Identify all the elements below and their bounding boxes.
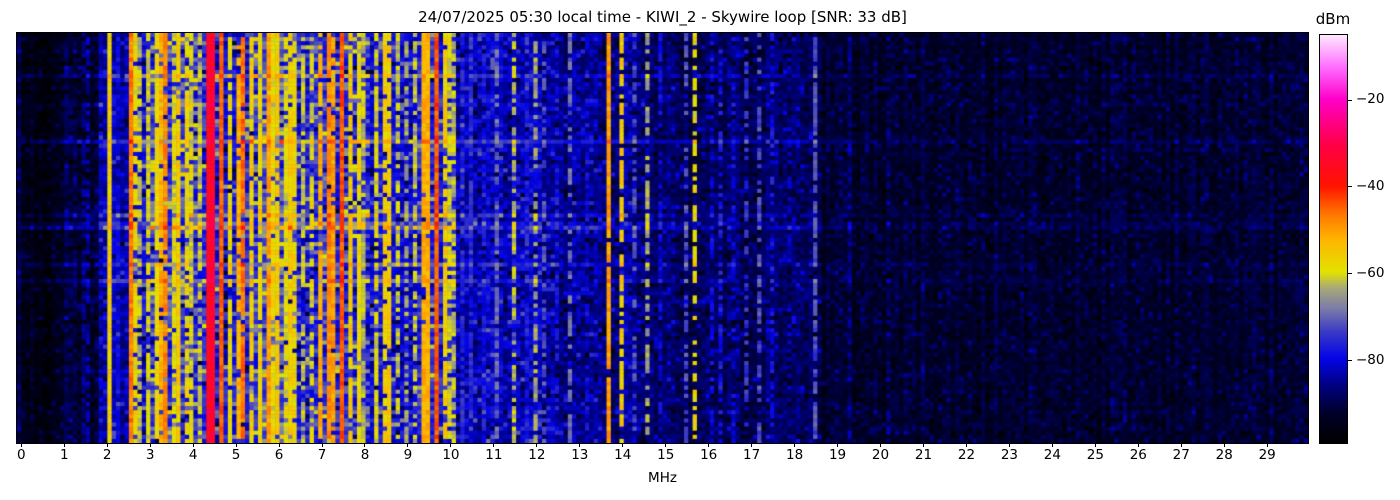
x-tick-label: 24: [1043, 447, 1061, 463]
x-tick-label: 21: [914, 447, 933, 463]
x-tick-label: 16: [700, 447, 718, 463]
x-tick-label: 1: [59, 447, 69, 463]
colorbar-unit-label: dBm: [1315, 10, 1351, 28]
x-tick-label: 13: [571, 447, 589, 463]
chart-title: 24/07/2025 05:30 local time - KIWI_2 - S…: [418, 8, 907, 26]
waterfall-canvas: [17, 33, 1308, 443]
colorbar-tick-label: −80: [1356, 351, 1385, 368]
waterfall-plot-area: [16, 32, 1309, 444]
x-axis-label: MHz: [648, 470, 677, 486]
colorbar-tick-mark: [1348, 360, 1352, 362]
colorbar-tick-mark: [1348, 186, 1352, 188]
x-tick-label: 20: [871, 447, 890, 463]
x-tick-label: 18: [786, 447, 804, 463]
colorbar-tick-mark: [1348, 99, 1352, 101]
x-tick-label: 10: [442, 447, 460, 463]
x-tick-label: 14: [614, 447, 632, 463]
x-tick-label: 4: [188, 447, 198, 463]
x-tick-label: 2: [102, 447, 112, 463]
x-tick-label: 27: [1172, 447, 1190, 463]
colorbar-tick-label: −40: [1356, 177, 1385, 194]
x-tick-label: 7: [317, 447, 327, 463]
x-tick-label: 26: [1129, 447, 1147, 463]
x-tick-label: 17: [743, 447, 761, 463]
colorbar-tick-label: −60: [1356, 264, 1385, 281]
x-tick-label: 8: [360, 447, 370, 463]
colorbar-tick-mark: [1348, 273, 1352, 275]
spectrogram-figure: 24/07/2025 05:30 local time - KIWI_2 - S…: [0, 0, 1400, 500]
x-tick-label: 29: [1258, 447, 1276, 463]
colorbar-tick-label: −20: [1356, 91, 1385, 108]
x-tick-label: 12: [528, 447, 546, 463]
x-tick-label: 19: [828, 447, 847, 463]
x-tick-label: 23: [1000, 447, 1018, 463]
x-tick-label: 25: [1086, 447, 1104, 463]
x-tick-label: 3: [145, 447, 155, 463]
x-tick-label: 5: [231, 447, 241, 463]
colorbar: [1319, 34, 1348, 444]
x-tick-label: 6: [274, 447, 284, 463]
x-tick-label: 28: [1215, 447, 1233, 463]
x-tick-label: 15: [657, 447, 675, 463]
x-tick-label: 0: [16, 447, 26, 463]
x-tick-label: 9: [403, 447, 413, 463]
x-tick-label: 22: [957, 447, 976, 463]
colorbar-canvas: [1320, 35, 1347, 443]
x-tick-label: 11: [485, 447, 503, 463]
